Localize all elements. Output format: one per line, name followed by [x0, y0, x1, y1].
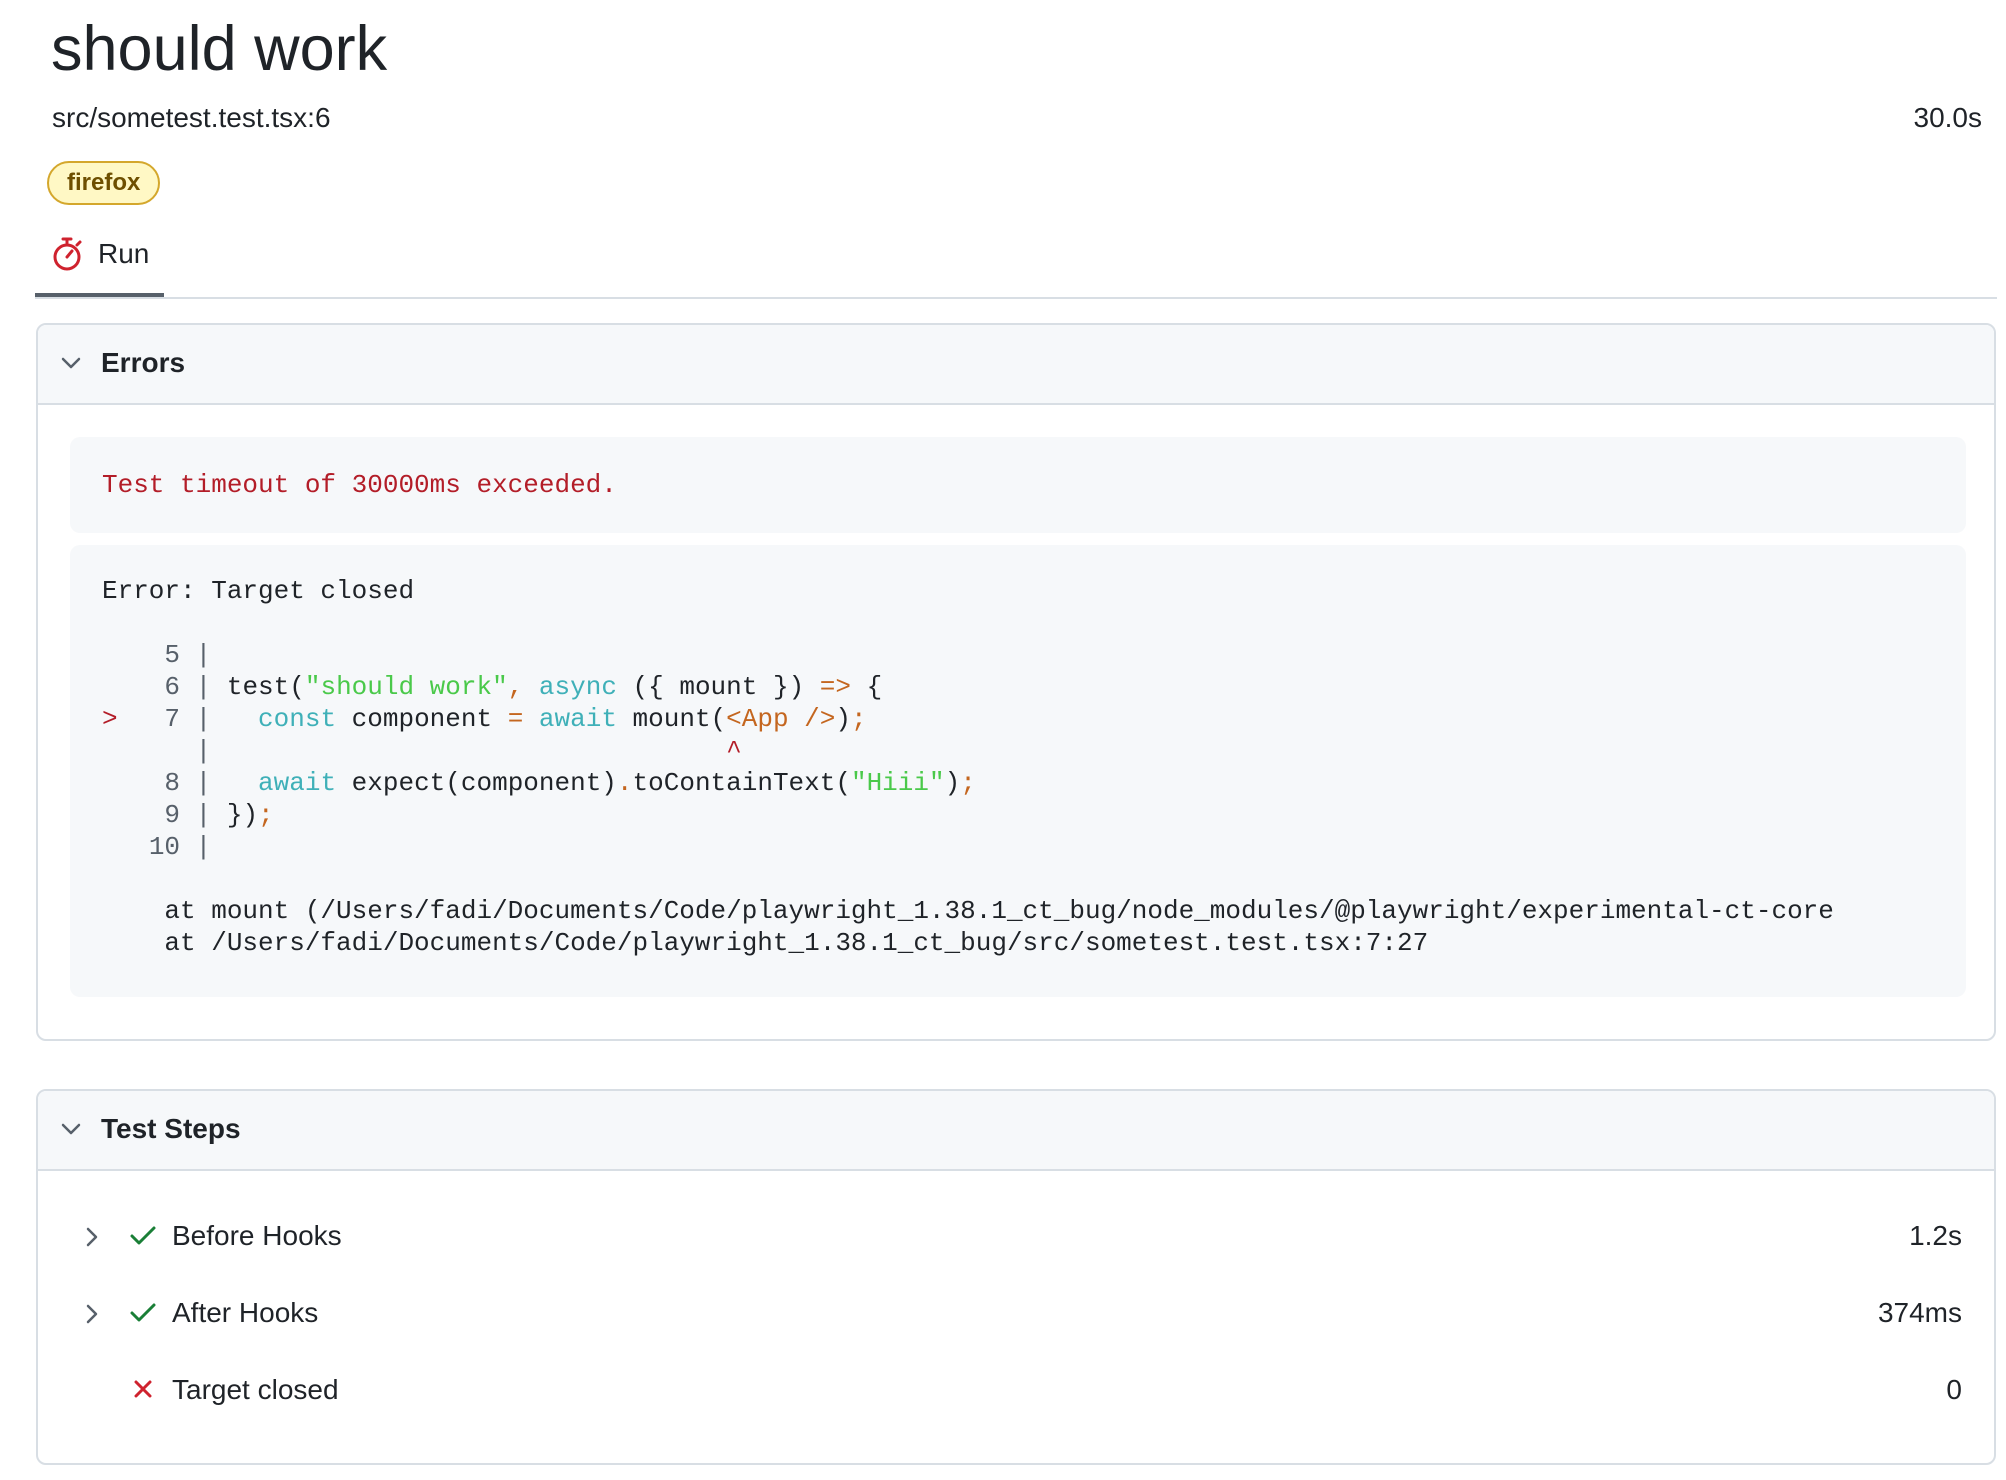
- test-location: src/sometest.test.tsx:6: [52, 102, 331, 133]
- cross-icon: [134, 1380, 152, 1398]
- chevron-right-icon[interactable]: [82, 1226, 102, 1248]
- step-label: After Hooks: [172, 1297, 319, 1328]
- chevron-down-icon: [61, 357, 81, 369]
- test-title: should work: [51, 14, 388, 84]
- test-duration: 30.0s: [1913, 102, 1983, 133]
- step-duration: 0: [1946, 1374, 1962, 1405]
- error-stack-trace: Error: Target closed 5 | 6 | test("shoul…: [102, 576, 1834, 958]
- step-label: Target closed: [172, 1374, 339, 1405]
- step-label: Before Hooks: [172, 1220, 342, 1251]
- check-icon: [130, 1303, 156, 1322]
- step-after-hooks[interactable]: After Hooks 374ms: [38, 1283, 1994, 1343]
- errors-title: Errors: [101, 347, 186, 378]
- project-badge[interactable]: firefox: [47, 161, 161, 205]
- chevron-down-icon: [61, 1123, 81, 1135]
- errors-panel: Errors Test timeout of 30000ms exceeded.…: [36, 323, 1996, 1041]
- errors-header[interactable]: Errors: [38, 325, 1994, 405]
- test-steps-title: Test Steps: [101, 1113, 241, 1144]
- timeout-error-message: Test timeout of 30000ms exceeded.: [102, 470, 617, 500]
- chevron-right-icon[interactable]: [82, 1303, 102, 1325]
- test-steps-header[interactable]: Test Steps: [38, 1091, 1994, 1171]
- step-duration: 1.2s: [1909, 1220, 1962, 1251]
- check-icon: [130, 1226, 156, 1245]
- timeout-error-box: Test timeout of 30000ms exceeded.: [70, 437, 1966, 533]
- stopwatch-icon: [53, 237, 82, 271]
- step-duration: 374ms: [1877, 1297, 1962, 1328]
- error-stack-box: Error: Target closed 5 | 6 | test("shoul…: [70, 545, 1966, 997]
- tab-run-label: Run: [98, 238, 150, 269]
- tab-run[interactable]: Run: [35, 224, 164, 297]
- tab-bar: Run: [35, 224, 1997, 299]
- step-target-closed[interactable]: Target closed 0: [38, 1360, 1994, 1420]
- step-before-hooks[interactable]: Before Hooks 1.2s: [38, 1206, 1994, 1266]
- test-steps-panel: Test Steps Before Hooks 1.2s After Hooks…: [36, 1089, 1996, 1465]
